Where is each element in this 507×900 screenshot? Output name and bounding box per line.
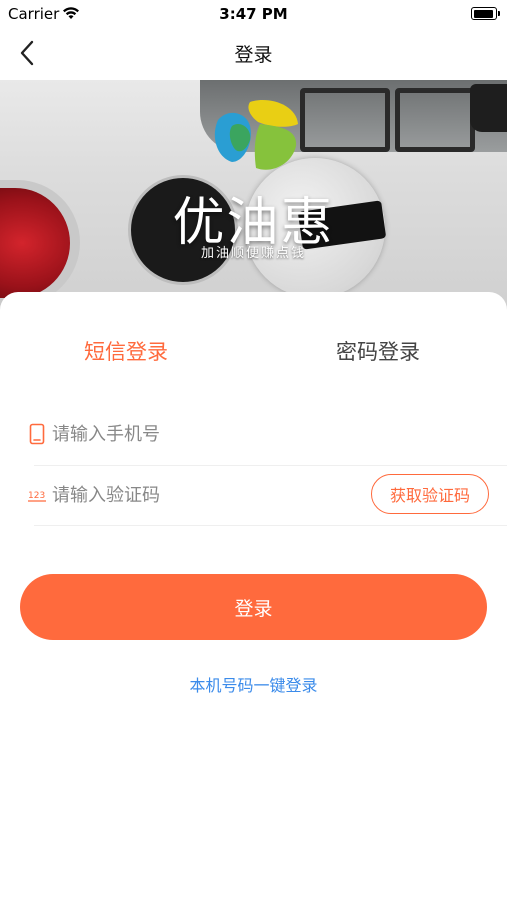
login-button[interactable]: 登录 bbox=[20, 574, 487, 640]
brand-logo-icon bbox=[214, 100, 298, 170]
verification-code-input[interactable] bbox=[52, 480, 352, 510]
clock-label: 3:47 PM bbox=[219, 5, 288, 23]
brand-banner: 优油惠 加油顺便赚点钱 bbox=[0, 80, 507, 320]
phone-icon bbox=[26, 422, 48, 446]
phone-field-row bbox=[26, 405, 496, 463]
brand-slogan: 加油顺便赚点钱 bbox=[200, 246, 306, 261]
login-card: 短信登录 密码登录 123 获取验证码 登录 bbox=[0, 292, 507, 900]
number-123-icon: 123 bbox=[26, 483, 48, 507]
code-field-row: 123 获取验证码 bbox=[26, 466, 496, 524]
car-mirror-decoration bbox=[470, 84, 507, 132]
tab-sms-login[interactable]: 短信登录 bbox=[84, 336, 168, 366]
status-bar: Carrier 3:47 PM bbox=[0, 0, 507, 28]
car-window-frame-decoration bbox=[395, 88, 475, 152]
navigation-bar: 登录 bbox=[0, 28, 507, 78]
phone-input[interactable] bbox=[52, 419, 352, 449]
tab-password-login[interactable]: 密码登录 bbox=[336, 336, 420, 366]
svg-text:123: 123 bbox=[28, 491, 45, 501]
one-click-login-link[interactable]: 本机号码一键登录 bbox=[0, 672, 507, 696]
get-code-button[interactable]: 获取验证码 bbox=[371, 474, 489, 514]
divider bbox=[34, 525, 507, 526]
page-title: 登录 bbox=[234, 44, 273, 66]
battery-icon bbox=[471, 7, 500, 20]
login-screen: Carrier 3:47 PM 登录 优油惠 加油顺便赚点钱 短信登录 密码登录… bbox=[0, 0, 507, 900]
car-window-frame-decoration bbox=[300, 88, 390, 152]
